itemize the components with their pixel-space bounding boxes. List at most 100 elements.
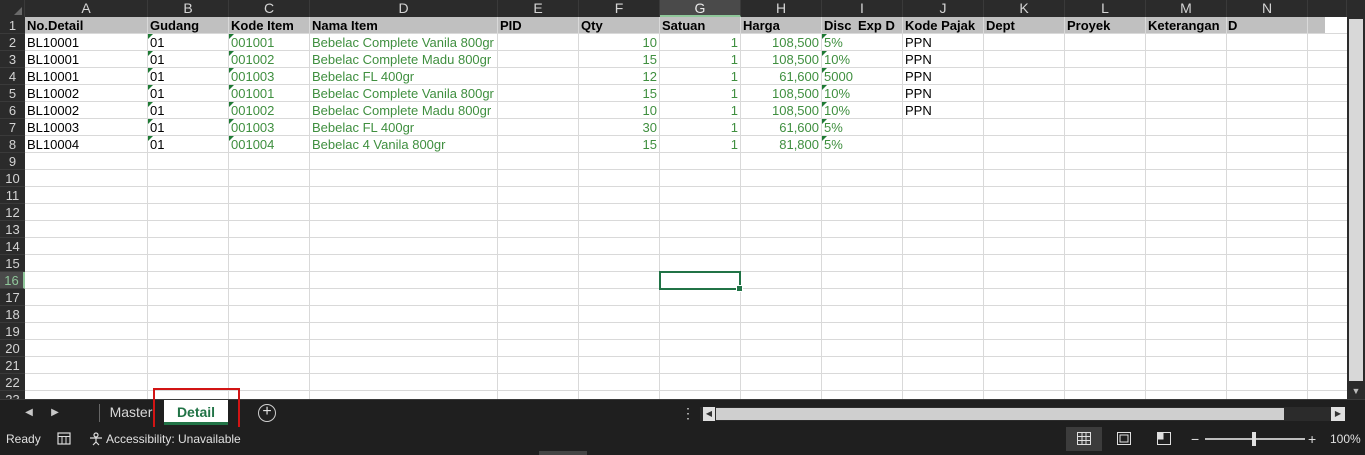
header-nama-item[interactable]: Nama Item: [310, 17, 498, 34]
cell-harga[interactable]: 108,500: [741, 34, 822, 51]
cell-disc[interactable]: 10%: [822, 51, 903, 68]
macro-record-icon[interactable]: [57, 432, 71, 445]
cell-gudang[interactable]: 01: [148, 51, 229, 68]
vertical-dots-icon[interactable]: ⋮: [681, 404, 695, 422]
cell-harga[interactable]: 61,600: [741, 68, 822, 85]
column-header-n[interactable]: N: [1227, 0, 1308, 17]
cell-gudang[interactable]: 01: [148, 34, 229, 51]
cell-nama-item[interactable]: Bebelac Complete Vanila 800gr: [310, 85, 498, 102]
plus-circle-icon[interactable]: +: [258, 404, 276, 422]
cell-harga[interactable]: 108,500: [741, 102, 822, 119]
header-d[interactable]: D: [1226, 17, 1246, 34]
cell-gudang[interactable]: 01: [148, 68, 229, 85]
cell-gudang[interactable]: 01: [148, 119, 229, 136]
header-exp-d[interactable]: Exp D: [856, 17, 906, 34]
column-header-e[interactable]: E: [498, 0, 579, 17]
active-cell-g16[interactable]: [659, 271, 743, 292]
header-qty[interactable]: Qty: [579, 17, 660, 34]
cell-kode-item[interactable]: 001001: [229, 85, 310, 102]
header-proyek[interactable]: Proyek: [1065, 17, 1146, 34]
page-break-icon[interactable]: [1157, 432, 1171, 445]
row-header-9[interactable]: 9: [0, 153, 25, 170]
cell-kode-item[interactable]: 001002: [229, 51, 310, 68]
cell-kode-item[interactable]: 001003: [229, 119, 310, 136]
header-kode-pajak[interactable]: Kode Pajak: [903, 17, 984, 34]
cell-nama-item[interactable]: Bebelac Complete Madu 800gr: [310, 102, 498, 119]
header-pid[interactable]: PID: [498, 17, 579, 34]
zoom-slider-thumb[interactable]: [1252, 432, 1256, 446]
cell-kode-pajak[interactable]: PPN: [903, 34, 984, 51]
horizontal-scrollbar[interactable]: ◀ ▶: [700, 407, 1345, 421]
cell-qty[interactable]: 15: [579, 51, 660, 68]
header-satuan[interactable]: Satuan: [660, 17, 741, 34]
cell-qty[interactable]: 10: [579, 34, 660, 51]
cell-kode-item[interactable]: 001003: [229, 68, 310, 85]
row-header-10[interactable]: 10: [0, 170, 25, 187]
cell-disc[interactable]: 5%: [822, 136, 903, 153]
cell-disc[interactable]: 10%: [822, 85, 903, 102]
cell-disc[interactable]: 10%: [822, 102, 903, 119]
column-header-j[interactable]: J: [903, 0, 984, 17]
tab-master[interactable]: Master: [104, 400, 158, 425]
cell-disc[interactable]: 5%: [822, 34, 903, 51]
cell-no-detail[interactable]: BL10002: [25, 102, 148, 119]
scroll-right-icon[interactable]: ▶: [1331, 407, 1345, 421]
horizontal-scroll-thumb[interactable]: [716, 408, 1284, 420]
cell-nama-item[interactable]: Bebelac Complete Madu 800gr: [310, 51, 498, 68]
select-all-corner[interactable]: [0, 0, 25, 17]
cell-nama-item[interactable]: Bebelac Complete Vanila 800gr: [310, 34, 498, 51]
cell-nama-item[interactable]: Bebelac FL 400gr: [310, 119, 498, 136]
cell-gudang[interactable]: 01: [148, 85, 229, 102]
cell-satuan[interactable]: 1: [660, 51, 741, 68]
cell-kode-item[interactable]: 001002: [229, 102, 310, 119]
column-header-h[interactable]: H: [741, 0, 822, 17]
cell-no-detail[interactable]: BL10001: [25, 68, 148, 85]
zoom-in-button[interactable]: +: [1308, 427, 1316, 451]
row-header-11[interactable]: 11: [0, 187, 25, 204]
row-header-2[interactable]: 2: [0, 34, 25, 51]
grid-view-icon[interactable]: [1066, 427, 1102, 451]
cell-qty[interactable]: 15: [579, 136, 660, 153]
row-header-6[interactable]: 6: [0, 102, 25, 119]
cell-gudang[interactable]: 01: [148, 136, 229, 153]
cell-satuan[interactable]: 1: [660, 102, 741, 119]
row-header-15[interactable]: 15: [0, 255, 25, 272]
header-no-detail[interactable]: No.Detail: [25, 17, 148, 34]
cell-no-detail[interactable]: BL10002: [25, 85, 148, 102]
zoom-level[interactable]: 100%: [1330, 427, 1361, 451]
column-header-l[interactable]: L: [1065, 0, 1146, 17]
row-header-20[interactable]: 20: [0, 340, 25, 357]
cell-gudang[interactable]: 01: [148, 102, 229, 119]
cell-satuan[interactable]: 1: [660, 119, 741, 136]
column-header-d[interactable]: D: [310, 0, 498, 17]
row-header-16[interactable]: 16: [0, 272, 25, 289]
scroll-left-icon[interactable]: ◀: [703, 407, 715, 421]
cell-kode-pajak[interactable]: PPN: [903, 85, 984, 102]
cell-qty[interactable]: 12: [579, 68, 660, 85]
cell-nama-item[interactable]: Bebelac FL 400gr: [310, 68, 498, 85]
row-header-7[interactable]: 7: [0, 119, 25, 136]
cell-kode-item[interactable]: 001001: [229, 34, 310, 51]
status-accessibility[interactable]: Accessibility: Unavailable: [106, 427, 241, 451]
column-header-c[interactable]: C: [229, 0, 310, 17]
column-header-m[interactable]: M: [1146, 0, 1227, 17]
page-layout-icon[interactable]: [1117, 432, 1131, 445]
column-header-g[interactable]: G: [660, 0, 741, 17]
cell-kode-item[interactable]: 001004: [229, 136, 310, 153]
cell-kode-pajak[interactable]: PPN: [903, 68, 984, 85]
header-dept[interactable]: Dept: [984, 17, 1065, 34]
row-header-12[interactable]: 12: [0, 204, 25, 221]
cell-satuan[interactable]: 1: [660, 136, 741, 153]
row-header-19[interactable]: 19: [0, 323, 25, 340]
cell-no-detail[interactable]: BL10001: [25, 34, 148, 51]
worksheet-grid[interactable]: No.Detail Gudang Kode Item Nama Item PID Qty S…: [25, 17, 1347, 399]
chevron-right-icon[interactable]: ▶: [48, 406, 62, 420]
cell-kode-pajak[interactable]: PPN: [903, 51, 984, 68]
row-header-22[interactable]: 22: [0, 374, 25, 391]
vertical-scroll-thumb[interactable]: [1349, 19, 1363, 381]
column-header-a[interactable]: A: [25, 0, 148, 17]
cell-disc[interactable]: 5%: [822, 119, 903, 136]
tab-detail[interactable]: Detail: [164, 400, 228, 425]
cell-no-detail[interactable]: BL10004: [25, 136, 148, 153]
cell-harga[interactable]: 81,800: [741, 136, 822, 153]
